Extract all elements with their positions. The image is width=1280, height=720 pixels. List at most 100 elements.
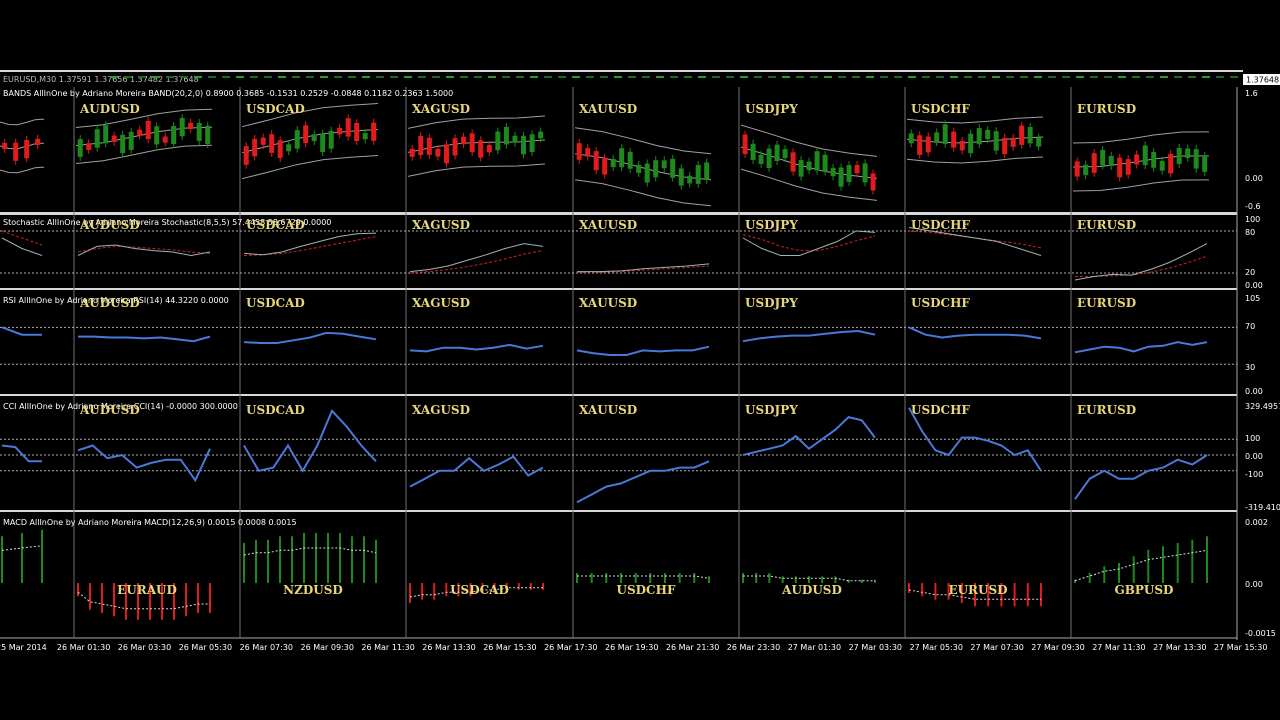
tick-progress-dash [1174, 76, 1182, 78]
bear-candle [478, 140, 484, 158]
stochastic-panel [0, 227, 1237, 281]
time-tick-label: 26 Mar 07:30 [240, 643, 293, 652]
tick-progress-dash [908, 76, 916, 78]
tick-progress-dash [236, 76, 244, 78]
rsi-line [576, 345, 710, 356]
macd-symbol-label-audusd: AUDUSD [781, 583, 842, 597]
terminal-chart-window[interactable]: EURUSD,M30 1.37591 1.37656 1.37482 1.376… [0, 0, 1280, 720]
tick-progress-dash [1076, 76, 1084, 78]
bear-candle [137, 129, 143, 136]
bear-candle [354, 123, 360, 142]
rsi-line [409, 343, 544, 353]
symbol-label-xauusd: XAUUSD [579, 218, 637, 232]
time-tick-label: 26 Mar 15:30 [483, 643, 536, 652]
bull-candle [538, 131, 544, 139]
tick-progress-dash [250, 76, 258, 78]
bear-candle [24, 139, 30, 159]
price-tick-label: 1.6 [1245, 89, 1258, 98]
bear-candle [188, 122, 194, 130]
stochastic-main-line [77, 244, 211, 257]
stochastic-main-line [409, 243, 544, 273]
bull-candle [529, 134, 535, 152]
bull-candle [750, 143, 756, 160]
panel-divider [0, 394, 1237, 396]
bear-candle [1117, 157, 1123, 178]
macd-symbol-label-euraud: EURAUD [117, 583, 177, 597]
macd-panel-title: MACD AllInOne by Adriano Moreira MACD(12… [3, 518, 297, 527]
time-tick-label: 27 Mar 09:30 [1031, 643, 1084, 652]
bull-candle [670, 158, 676, 178]
tick-progress-dash [404, 76, 412, 78]
bull-candle [976, 128, 982, 145]
tick-progress-dash [264, 76, 272, 78]
tick-progress-dash [600, 76, 608, 78]
bear-candle [86, 143, 92, 150]
bull-candle [1036, 137, 1042, 147]
time-tick-label: 26 Mar 01:30 [57, 643, 110, 652]
bull-candle [1100, 149, 1106, 166]
price-tick-label: -0.0015 [1245, 629, 1276, 638]
bull-candle [1142, 145, 1148, 166]
band-line-upper [407, 115, 546, 129]
price-tick-label: -100 [1245, 470, 1263, 479]
bull-candle [1083, 164, 1089, 176]
bull-candle [1185, 148, 1191, 159]
tick-progress-strip [110, 76, 1238, 78]
tick-progress-dash [348, 76, 356, 78]
bear-candle [435, 148, 441, 157]
symbol-label-usdcad: USDCAD [246, 102, 305, 116]
price-tick-label: -0.6 [1245, 202, 1261, 211]
bull-candle [806, 161, 812, 171]
tick-progress-dash [936, 76, 944, 78]
time-tick-label: 26 Mar 17:30 [544, 643, 597, 652]
symbol-label-eurusd: EURUSD [1077, 403, 1136, 417]
bull-candle [838, 167, 844, 187]
symbol-label-xagusd: XAGUSD [412, 296, 470, 310]
bull-candle [120, 134, 126, 154]
stochastic-main-line [243, 232, 377, 256]
price-tick-label: 80 [1245, 228, 1255, 237]
tick-progress-dash [180, 76, 188, 78]
tick-progress-dash [824, 76, 832, 78]
bull-candle [782, 149, 788, 159]
band-line-lower [906, 156, 1044, 164]
bull-candle [503, 126, 509, 145]
tick-progress-dash [124, 76, 132, 78]
bull-candle [830, 167, 836, 177]
symbol-label-usdchf: USDCHF [911, 218, 970, 232]
bear-candle [790, 152, 796, 172]
bull-candle [311, 134, 317, 142]
stochastic-signal-line [243, 236, 377, 256]
symbol-label-usdjpy: USDJPY [745, 218, 798, 232]
band-line-upper [0, 118, 45, 126]
cci-line [409, 455, 544, 488]
tick-progress-dash [852, 76, 860, 78]
tick-progress-dash [656, 76, 664, 78]
bear-candle [162, 136, 168, 143]
bull-candle [77, 139, 83, 157]
tick-progress-dash [502, 76, 510, 78]
bear-candle [1134, 154, 1140, 165]
time-tick-label: 27 Mar 13:30 [1153, 643, 1206, 652]
tick-progress-dash [1216, 76, 1224, 78]
tick-progress-dash [1104, 76, 1112, 78]
band-line-upper [574, 127, 712, 155]
bull-candle [1151, 152, 1157, 168]
symbol-label-eurusd: EURUSD [1077, 296, 1136, 310]
tick-progress-dash [1006, 76, 1014, 78]
bear-candle [13, 142, 19, 161]
tick-progress-dash [712, 76, 720, 78]
bull-candle [1176, 148, 1182, 164]
symbol-label-usdchf: USDCHF [911, 296, 970, 310]
bear-candle [145, 120, 151, 140]
bull-candle [766, 148, 772, 168]
band-line-lower [241, 155, 379, 180]
symbol-label-xagusd: XAGUSD [412, 102, 470, 116]
stochastic-main-line [1, 237, 43, 256]
rsi-line [1, 326, 42, 336]
symbol-label-audusd: AUDUSD [79, 218, 140, 232]
bands-panel-title: BANDS AllInOne by Adriano Moreira BAND(2… [3, 89, 453, 98]
bear-candle [337, 127, 343, 135]
rsi-line [243, 331, 377, 344]
symbol-label-xauusd: XAUUSD [579, 403, 637, 417]
